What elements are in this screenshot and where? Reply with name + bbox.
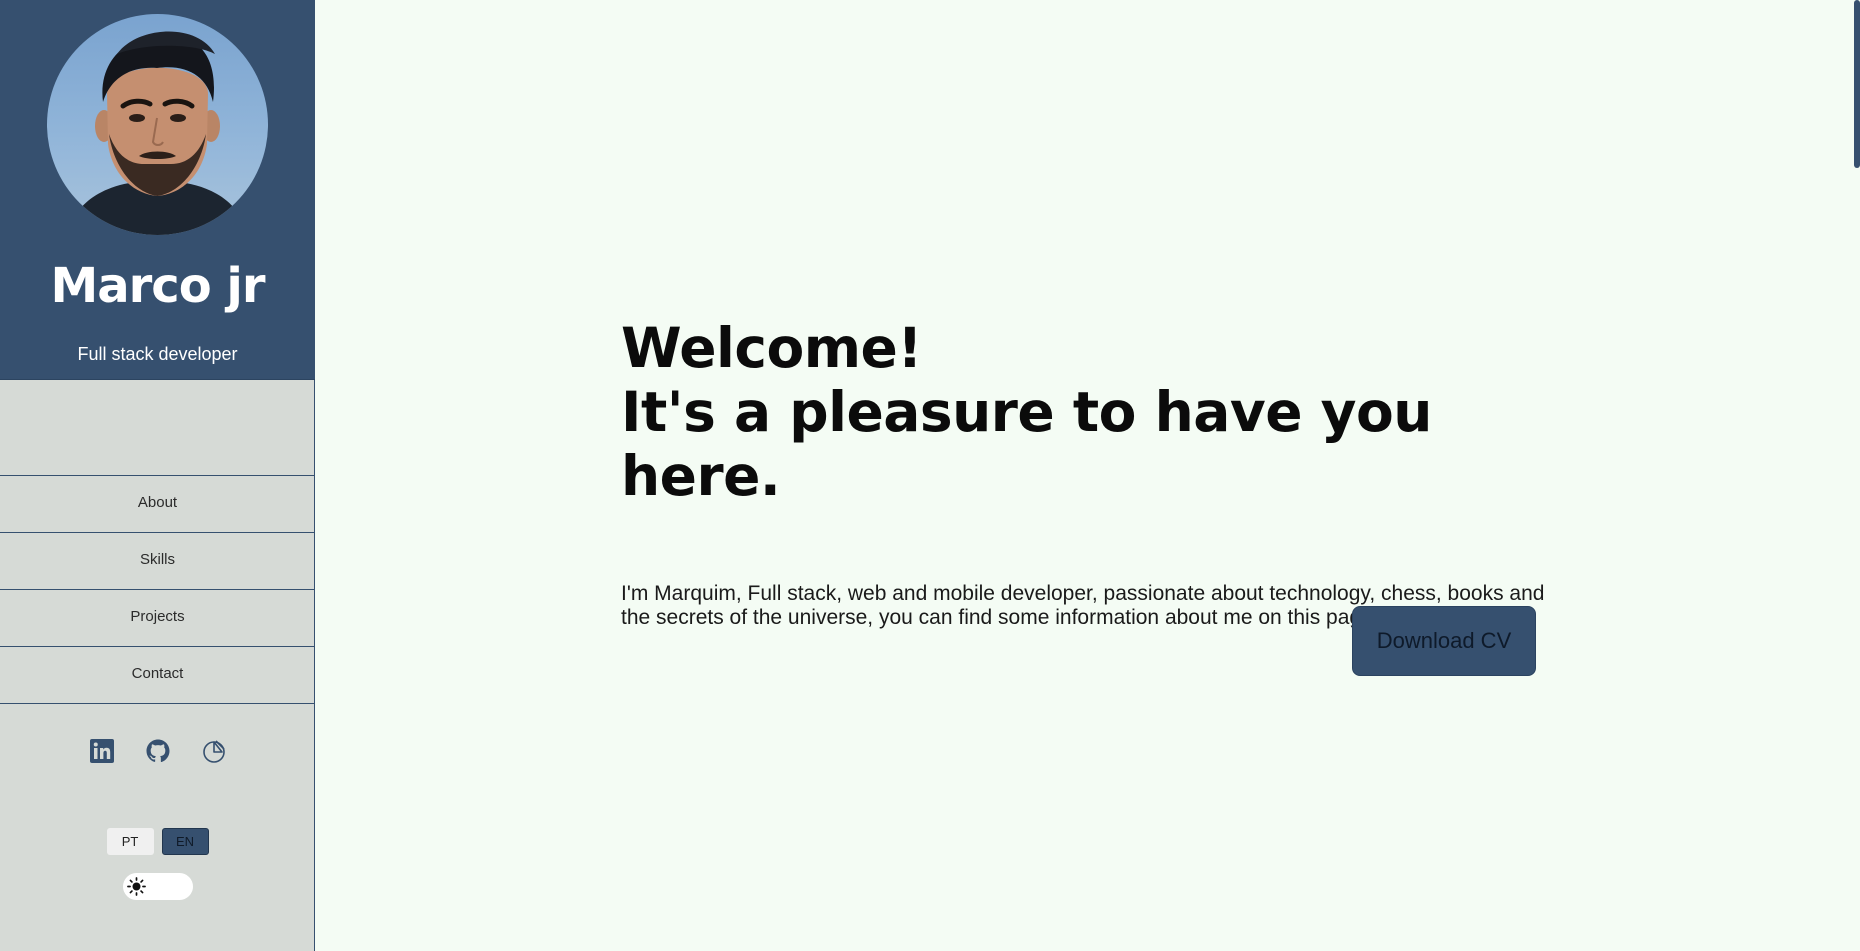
hero-title-line-1: Welcome!	[621, 316, 922, 380]
nav-item-about[interactable]: About	[0, 476, 315, 533]
avatar	[47, 14, 268, 235]
github-icon[interactable]	[146, 739, 170, 763]
nav-spacer	[0, 380, 315, 476]
sidebar: Marco jr Full stack developer About Skil…	[0, 0, 315, 951]
nav-item-contact[interactable]: Contact	[0, 647, 315, 704]
sun-icon	[127, 877, 146, 896]
profile-header: Marco jr Full stack developer	[0, 0, 315, 380]
profile-role: Full stack developer	[77, 344, 238, 364]
hero-title: Welcome! It's a pleasure to have you her…	[621, 316, 1551, 508]
nav-item-skills[interactable]: Skills	[0, 533, 315, 590]
profile-name: Marco jr	[50, 258, 265, 314]
language-switcher: PT EN	[0, 828, 315, 855]
hero-section: Welcome! It's a pleasure to have you her…	[621, 316, 1551, 630]
portfolio-icon[interactable]	[202, 739, 226, 763]
sidebar-nav: About Skills Projects Contact	[0, 476, 315, 704]
linkedin-icon[interactable]	[89, 739, 114, 763]
scrollbar-thumb[interactable]	[1854, 0, 1860, 168]
social-links	[0, 739, 315, 763]
lang-en-button[interactable]: EN	[161, 828, 209, 855]
lang-pt-button[interactable]: PT	[106, 828, 154, 855]
download-cv-button[interactable]: Download CV	[1352, 606, 1536, 676]
theme-toggle[interactable]	[123, 873, 193, 900]
nav-item-projects[interactable]: Projects	[0, 590, 315, 647]
hero-title-line-2: It's a pleasure to have you here.	[621, 380, 1432, 508]
